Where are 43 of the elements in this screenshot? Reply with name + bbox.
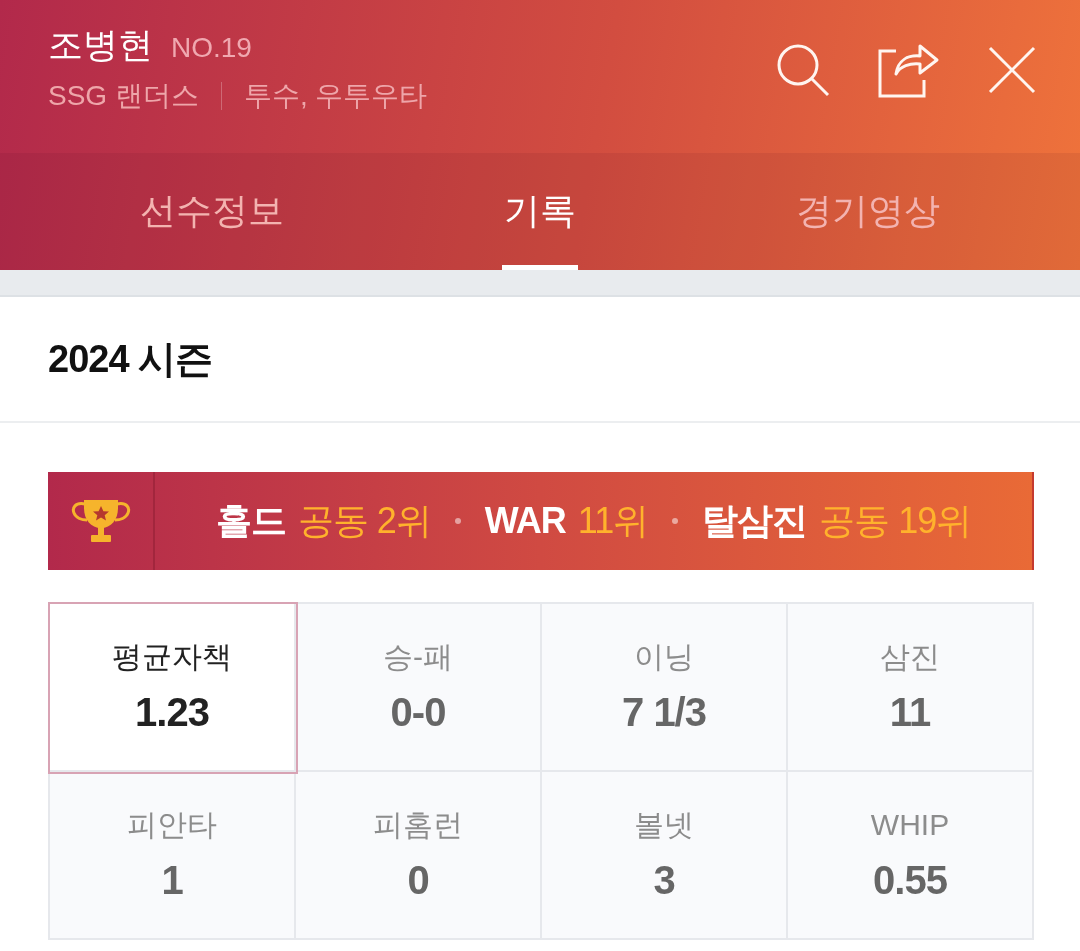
close-icon xyxy=(988,45,1036,94)
ranking-value: 공동 2위 xyxy=(297,498,431,543)
separator-dot-icon xyxy=(672,518,679,524)
stat-value: 0-0 xyxy=(390,689,446,736)
season-title: 2024 시즌 xyxy=(48,336,213,382)
stat-value: 7 1/3 xyxy=(622,689,706,736)
stat-label: 승-패 xyxy=(383,639,453,675)
ranking-category: 홀드 xyxy=(215,498,286,543)
stat-value: 0 xyxy=(407,857,429,904)
stat-value: 1.23 xyxy=(135,689,209,736)
stat-cell[interactable]: WHIP 0.55 xyxy=(788,772,1034,940)
stat-label: 피안타 xyxy=(127,807,217,843)
trophy-icon xyxy=(70,498,131,544)
search-button[interactable] xyxy=(776,42,830,97)
stat-cell[interactable]: 승-패 0-0 xyxy=(296,604,542,772)
player-position: 투수, 우투우타 xyxy=(243,79,428,113)
ranking-category: 탈삼진 xyxy=(702,498,808,543)
stat-label: 볼넷 xyxy=(634,807,694,843)
ranking-value: 11위 xyxy=(577,498,649,543)
team-name: SSG 랜더스 xyxy=(48,79,199,113)
stat-label: 피홈런 xyxy=(373,807,463,843)
ranking-value: 공동 19위 xyxy=(819,498,972,543)
stat-value: 11 xyxy=(889,689,931,736)
search-icon xyxy=(776,42,830,97)
close-button[interactable] xyxy=(988,45,1036,94)
player-number: NO.19 xyxy=(171,31,252,65)
stat-label: 삼진 xyxy=(880,639,940,675)
stat-cell[interactable]: 피안타 1 xyxy=(50,772,296,940)
stat-label: 평균자책 xyxy=(112,639,232,675)
stat-cell[interactable]: 피홈런 0 xyxy=(296,772,542,940)
stat-cell[interactable]: 삼진 11 xyxy=(788,604,1034,772)
stat-value: 0.55 xyxy=(873,857,947,904)
separator-dot-icon xyxy=(454,518,461,524)
stat-cell[interactable]: 볼넷 3 xyxy=(542,772,788,940)
player-name: 조병현 xyxy=(48,24,153,66)
stat-value: 3 xyxy=(653,857,675,904)
tab[interactable]: 선수정보 xyxy=(138,153,286,270)
stat-value: 1 xyxy=(161,857,183,904)
stat-label: WHIP xyxy=(870,807,950,843)
stat-cell[interactable]: 이닝 7 1/3 xyxy=(542,604,788,772)
stat-label: 이닝 xyxy=(634,639,694,675)
stat-cell[interactable]: 평균자책 1.23 xyxy=(50,604,296,772)
ranking-category: WAR xyxy=(484,499,566,542)
